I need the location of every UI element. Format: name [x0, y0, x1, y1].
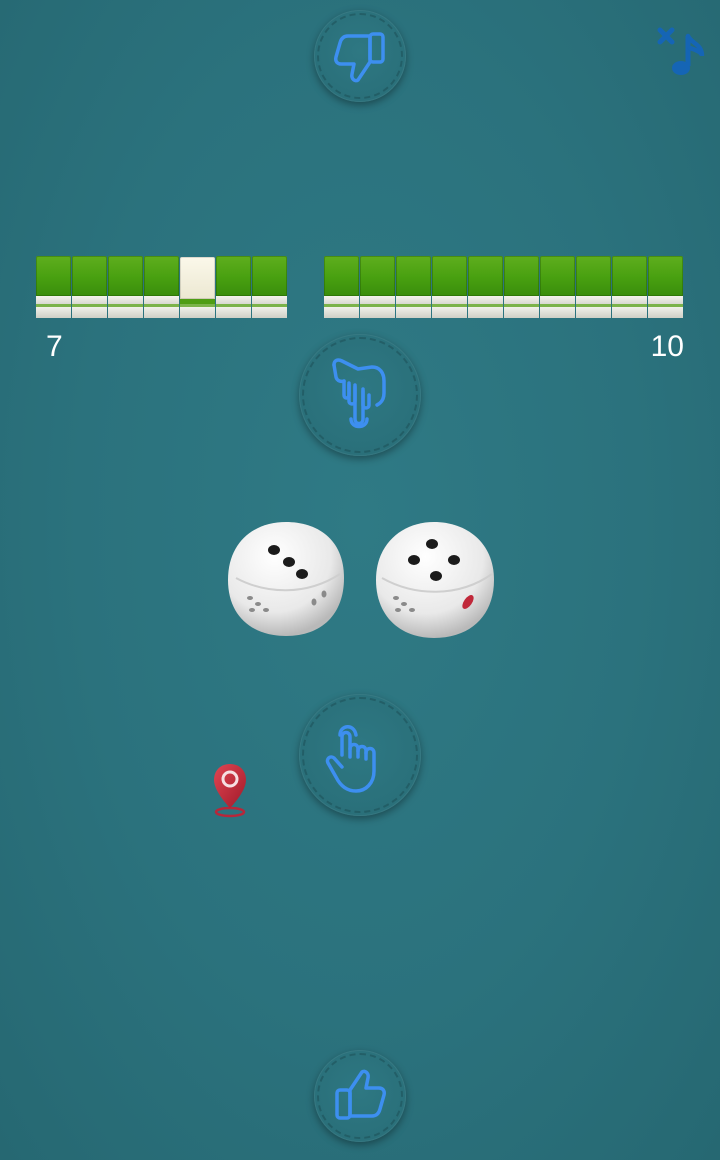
mahjong-tile: [252, 256, 287, 318]
mahjong-tile: [108, 256, 143, 318]
thumbs-up-icon: [335, 1069, 386, 1120]
hand-point-down-icon: [332, 358, 386, 429]
mahjong-tile: [504, 256, 539, 318]
mahjong-tile-revealed: [180, 256, 215, 318]
right-wall-count: 10: [650, 330, 684, 363]
hand-tap-icon: [325, 725, 376, 793]
die-2: [376, 522, 494, 638]
right-tile-wall: [324, 256, 684, 318]
tap-button[interactable]: [299, 694, 421, 816]
map-pin-icon: [214, 764, 246, 818]
mahjong-tile: [72, 256, 107, 318]
mahjong-tile: [576, 256, 611, 318]
thumbs-down-icon: [334, 32, 385, 83]
dislike-button[interactable]: [314, 10, 406, 102]
draw-tile-button[interactable]: [299, 334, 421, 456]
mahjong-tile: [216, 256, 251, 318]
left-tile-wall: [36, 256, 288, 318]
music-toggle-button[interactable]: [654, 24, 708, 80]
mahjong-tile: [540, 256, 575, 318]
mahjong-tile: [432, 256, 467, 318]
die-1: [228, 522, 344, 636]
mahjong-tile: [360, 256, 395, 318]
mahjong-tile: [144, 256, 179, 318]
mahjong-tile: [396, 256, 431, 318]
music-muted-icon: [657, 27, 705, 75]
mahjong-tile: [36, 256, 71, 318]
mahjong-tile: [648, 256, 683, 318]
mahjong-tile: [324, 256, 359, 318]
mahjong-tile: [612, 256, 647, 318]
left-wall-count: 7: [46, 330, 63, 363]
like-button[interactable]: [314, 1050, 406, 1142]
mahjong-tile: [468, 256, 503, 318]
